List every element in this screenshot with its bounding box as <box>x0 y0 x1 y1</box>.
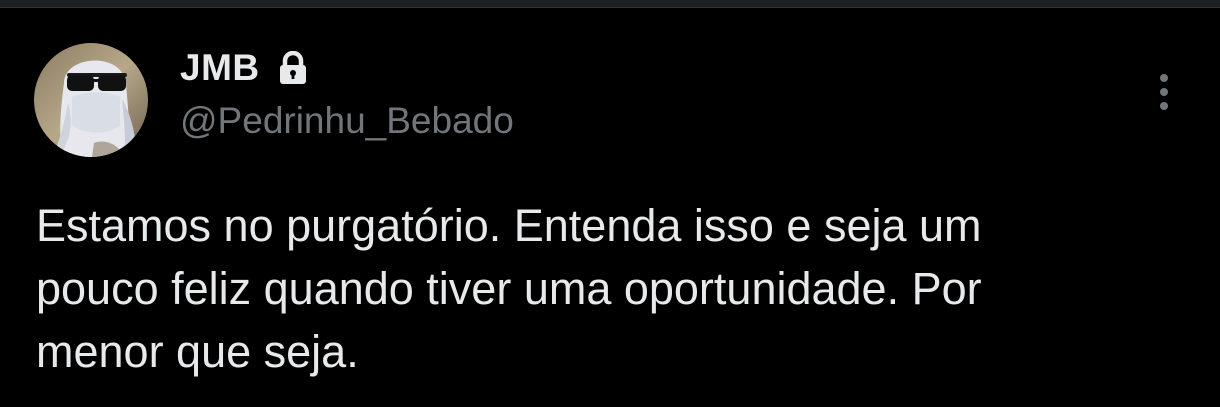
author-name-row[interactable]: JMB <box>180 46 308 90</box>
top-divider <box>0 0 1220 8</box>
avatar-image <box>34 43 148 157</box>
more-options-button[interactable] <box>1144 68 1184 116</box>
display-name[interactable]: JMB <box>180 47 260 89</box>
avatar[interactable] <box>34 43 148 157</box>
author-handle[interactable]: @Pedrinhu_Bebado <box>180 100 514 142</box>
more-vertical-icon <box>1160 74 1168 110</box>
tweet[interactable]: JMB @Pedrinhu_Bebado Estamos no purgatór… <box>0 8 1220 407</box>
tweet-text: Estamos no purgatório. Entenda isso e se… <box>36 200 982 377</box>
lock-icon <box>278 51 308 85</box>
